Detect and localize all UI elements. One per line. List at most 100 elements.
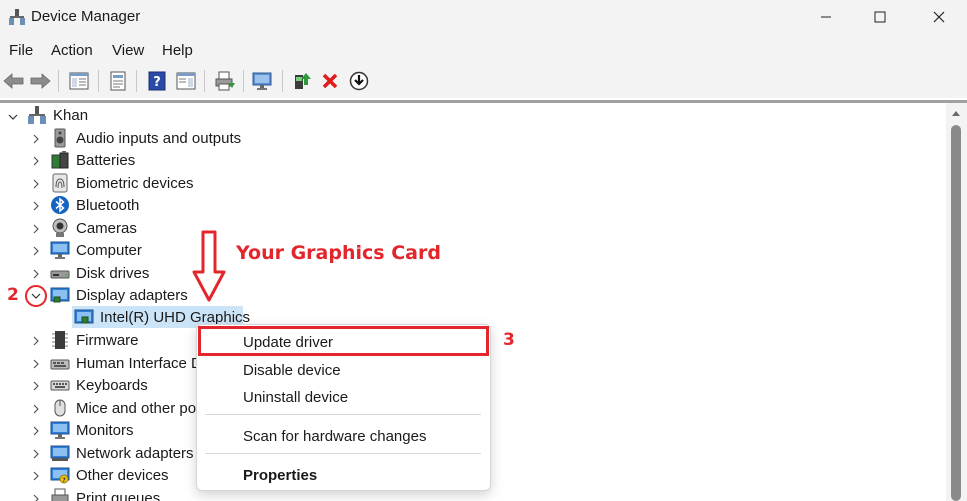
back-arrow-icon <box>3 73 24 89</box>
scan-hardware-menu-item[interactable]: Scan for hardware changes <box>243 428 426 445</box>
tree-item-biometric[interactable]: Biometric devices <box>0 172 300 194</box>
chevron-right-icon[interactable] <box>30 155 42 167</box>
tree-item-label: Bluetooth <box>76 197 140 214</box>
scroll-up-arrow-icon[interactable] <box>951 109 961 117</box>
tree-item-bluetooth[interactable]: Bluetooth <box>0 194 300 216</box>
scrollbar-thumb[interactable] <box>951 125 961 501</box>
console-tree-icon <box>69 72 89 90</box>
tree-item-keyboards[interactable]: Keyboards <box>0 374 200 396</box>
toolbar-separator <box>98 70 99 92</box>
toolbar-separator <box>58 70 59 92</box>
chevron-right-icon[interactable] <box>30 133 42 145</box>
forward-button[interactable] <box>28 69 52 93</box>
chevron-right-icon[interactable] <box>30 470 42 482</box>
camera-icon <box>52 218 68 237</box>
tree-item-print-queues[interactable]: Print queues <box>0 487 200 501</box>
chevron-right-icon[interactable] <box>30 200 42 212</box>
bluetooth-icon <box>51 196 69 214</box>
chevron-right-icon[interactable] <box>30 425 42 437</box>
toolbar-separator <box>243 70 244 92</box>
tree-item-label: Network adapters <box>76 445 194 462</box>
tree-item-label: Display adapters <box>76 287 188 304</box>
enable-device-toolbar-button[interactable] <box>347 69 371 93</box>
tree-item-network-adapters[interactable]: Network adapters <box>0 442 200 464</box>
uninstall-device-menu-item[interactable]: Uninstall device <box>243 389 348 406</box>
chevron-right-icon[interactable] <box>30 178 42 190</box>
title-bar: Device Manager <box>0 0 967 36</box>
print-button[interactable] <box>213 69 237 93</box>
monitor-icon <box>50 241 70 259</box>
tree-item-label: Other devices <box>76 467 169 484</box>
chevron-right-icon[interactable] <box>30 245 42 257</box>
hid-icon <box>50 359 70 370</box>
device-manager-icon <box>9 9 25 25</box>
uninstall-device-toolbar-button[interactable] <box>318 69 342 93</box>
mouse-icon <box>54 399 66 417</box>
tree-item-monitors[interactable]: Monitors <box>0 419 200 441</box>
minimize-button[interactable] <box>803 0 849 34</box>
display-adapter-icon <box>50 287 70 303</box>
tree-item-cameras[interactable]: Cameras <box>0 217 300 239</box>
chevron-right-icon[interactable] <box>30 268 42 280</box>
computer-root-icon <box>28 106 46 124</box>
properties-toolbar-button[interactable] <box>106 69 130 93</box>
chevron-right-icon[interactable] <box>30 335 42 347</box>
menu-help[interactable]: Help <box>162 42 193 59</box>
chevron-right-icon[interactable] <box>30 403 42 415</box>
printer-toolbar-icon <box>215 71 235 91</box>
tree-item-audio[interactable]: Audio inputs and outputs <box>0 127 300 149</box>
graphics-card-callout: Your Graphics Card <box>236 242 441 264</box>
tree-item-disk-drives[interactable]: Disk drives <box>0 262 300 284</box>
network-adapter-icon <box>50 445 70 461</box>
chevron-down-icon[interactable] <box>7 111 19 123</box>
tree-item-other-devices[interactable]: ? Other devices <box>0 464 200 486</box>
chevron-right-icon[interactable] <box>30 493 42 501</box>
monitor-icon <box>50 421 70 439</box>
tree-item-label: Keyboards <box>76 377 148 394</box>
menu-view[interactable]: View <box>112 42 144 59</box>
chevron-right-icon[interactable] <box>30 448 42 460</box>
vertical-scrollbar[interactable] <box>946 103 967 501</box>
chevron-right-icon[interactable] <box>30 223 42 235</box>
maximize-button[interactable] <box>857 0 903 34</box>
tree-item-batteries[interactable]: Batteries <box>0 149 300 171</box>
back-button[interactable] <box>2 69 26 93</box>
action-pane-button[interactable] <box>174 69 198 93</box>
toolbar-separator <box>136 70 137 92</box>
disable-device-menu-item[interactable]: Disable device <box>243 362 341 379</box>
scan-monitor-icon <box>252 72 272 90</box>
tree-item-label: Human Interface D <box>76 355 202 372</box>
close-button[interactable] <box>916 0 962 34</box>
tree-item-mice[interactable]: Mice and other po <box>0 397 200 419</box>
tree-item-label: Print queues <box>76 490 161 501</box>
scan-hardware-button[interactable] <box>251 69 275 93</box>
maximize-icon <box>874 11 886 23</box>
forward-arrow-icon <box>30 73 51 89</box>
tree-item-label: Batteries <box>76 152 136 169</box>
chip-icon <box>52 331 68 349</box>
update-driver-icon <box>295 73 311 89</box>
tree-item-human-interface[interactable]: Human Interface D <box>0 352 202 374</box>
menu-action[interactable]: Action <box>51 42 93 59</box>
tree-root-khan[interactable]: Khan <box>0 105 300 127</box>
chevron-right-icon[interactable] <box>30 380 42 392</box>
window-title: Device Manager <box>31 8 141 25</box>
close-icon <box>933 11 945 23</box>
update-driver-toolbar-button[interactable] <box>290 69 314 93</box>
help-button[interactable]: ? <box>145 69 169 93</box>
update-driver-highlight-box <box>198 326 489 356</box>
tree-item-label: Monitors <box>76 422 134 439</box>
menu-file[interactable]: File <box>9 42 33 59</box>
other-devices-icon: ? <box>50 467 70 484</box>
tree-item-label: Biometric devices <box>76 175 194 192</box>
expand-arrow-highlight-circle <box>25 285 47 307</box>
keyboard-icon <box>50 380 70 391</box>
help-icon: ? <box>148 71 166 91</box>
properties-menu-item[interactable]: Properties <box>243 467 317 484</box>
toolbar-separator <box>204 70 205 92</box>
tree-item-label: Mice and other po <box>76 400 197 417</box>
show-hide-console-tree-button[interactable] <box>67 69 91 93</box>
menu-bar: File Action View Help <box>0 36 967 64</box>
chevron-right-icon[interactable] <box>30 358 42 370</box>
svg-text:?: ? <box>153 75 161 90</box>
